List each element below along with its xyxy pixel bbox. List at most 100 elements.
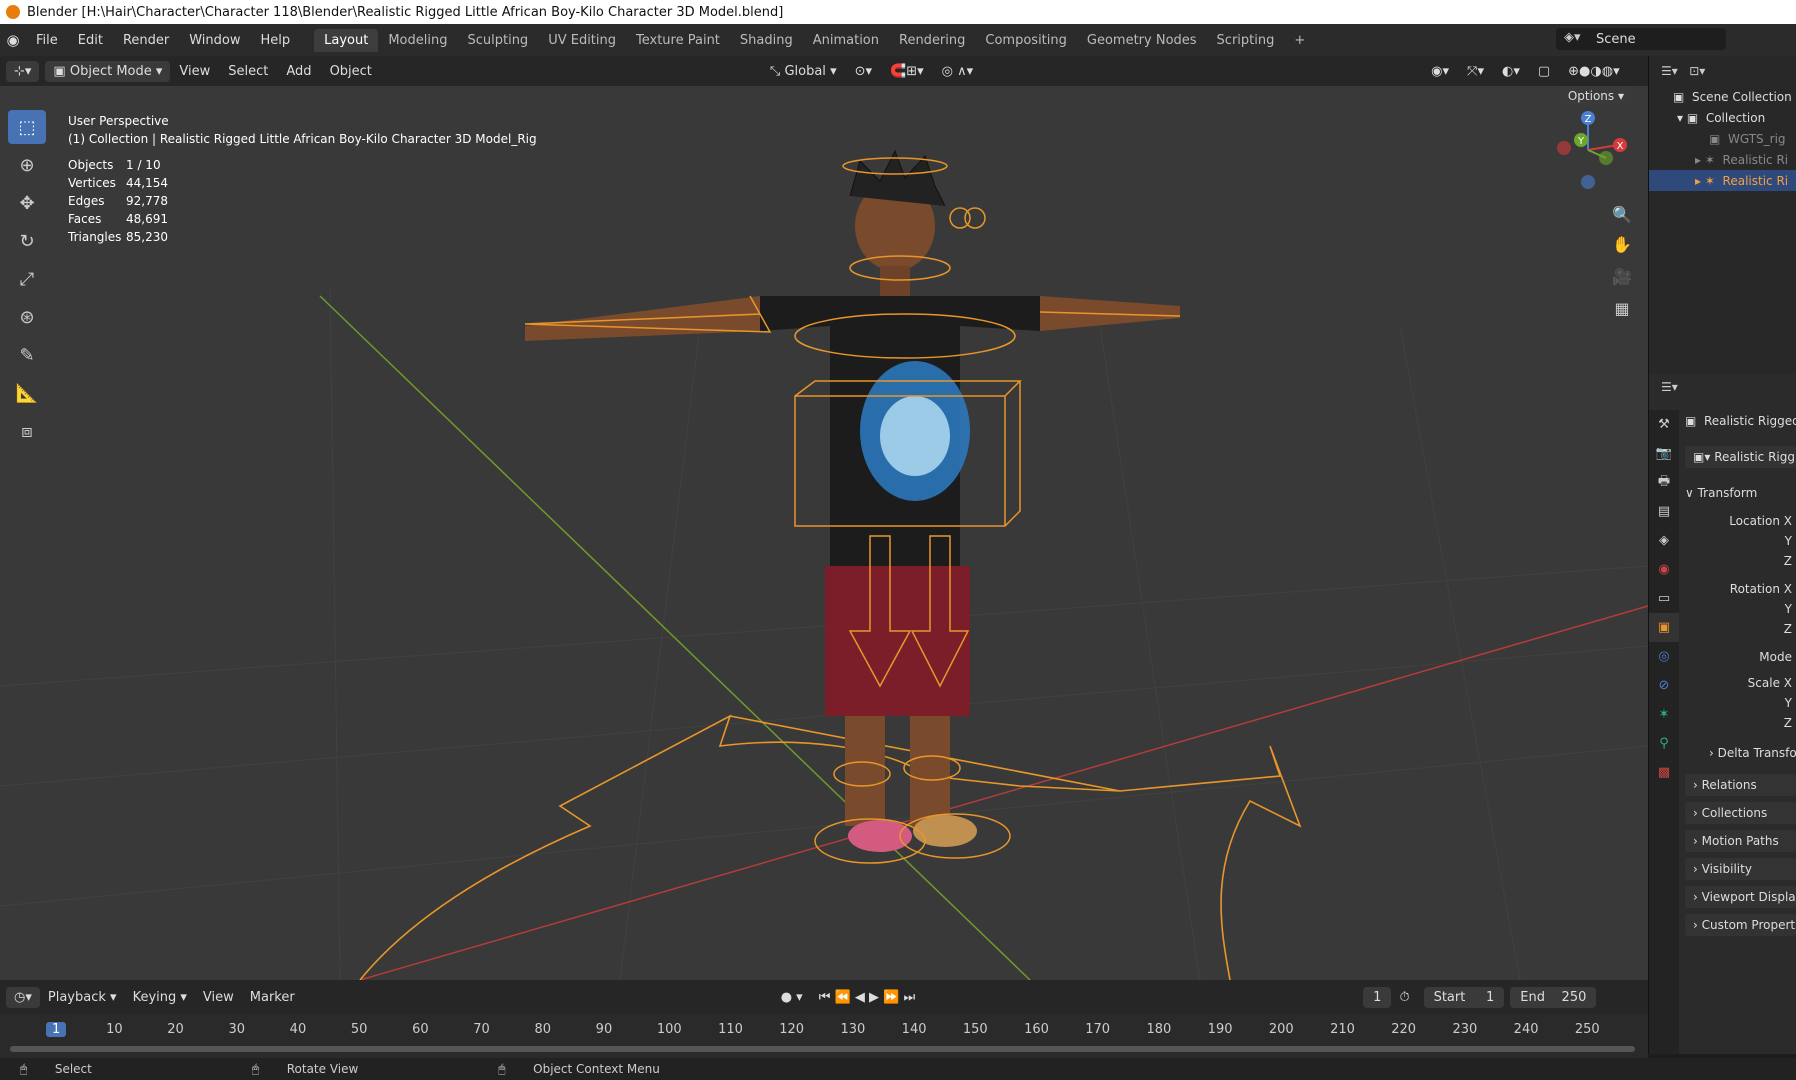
gizmo-toggle-icon[interactable]: ⤧▾ — [1458, 64, 1493, 79]
rotate-tool-icon[interactable]: ↻ — [8, 224, 46, 258]
end-frame-field[interactable]: End 250 — [1510, 986, 1597, 1008]
tab-compositing[interactable]: Compositing — [975, 29, 1077, 52]
collection-tab-icon[interactable]: ▭ — [1649, 584, 1679, 613]
move-tool-icon[interactable]: ✥ — [8, 186, 46, 220]
physics-tab-icon[interactable]: ✶ — [1649, 700, 1679, 729]
add-cube-tool-icon[interactable]: ⧈ — [8, 414, 46, 448]
timeline-scrollbar[interactable] — [10, 1046, 1635, 1052]
add-workspace-icon[interactable]: + — [1284, 29, 1315, 52]
tab-animation[interactable]: Animation — [803, 29, 889, 52]
visibility-icon[interactable]: ◉▾ — [1422, 64, 1458, 79]
view-menu[interactable]: View — [195, 990, 242, 1005]
snap-icon[interactable]: 🧲⊞▾ — [881, 64, 933, 79]
playback-menu[interactable]: Playback ▾ — [40, 990, 125, 1005]
stopwatch-icon[interactable]: ⏱ — [1391, 990, 1417, 1005]
menu-edit[interactable]: Edit — [68, 29, 113, 52]
tool-tab-icon[interactable]: ⚒ — [1649, 410, 1679, 439]
orientation-dropdown[interactable]: ⤡ Global ▾ — [761, 64, 846, 79]
ortho-grid-icon[interactable]: ▦ — [1608, 294, 1636, 322]
outliner-item-realistic-2[interactable]: ▸ ✶ Realistic Ri — [1649, 170, 1796, 191]
tab-scripting[interactable]: Scripting — [1207, 29, 1285, 52]
custom-properties-section[interactable]: › Custom Properti — [1685, 914, 1796, 936]
output-tab-icon[interactable]: 🖶 — [1649, 468, 1679, 497]
render-tab-icon[interactable]: 📷 — [1649, 439, 1679, 468]
outliner-collection[interactable]: ▾ ▣ Collection — [1649, 107, 1796, 128]
tab-layout[interactable]: Layout — [314, 28, 379, 52]
transform-section[interactable]: ∨ Transform — [1685, 486, 1796, 500]
scene-tab-icon[interactable]: ◈ — [1649, 526, 1679, 555]
visibility-section[interactable]: › Visibility — [1685, 858, 1796, 880]
properties-header[interactable]: ☰▾ — [1649, 374, 1796, 404]
view-layer-tab-icon[interactable]: ▤ — [1649, 497, 1679, 526]
blender-menu-icon[interactable]: ◉ — [0, 31, 26, 49]
object-mode-dropdown[interactable]: ▣ Object Mode ▾ — [45, 60, 171, 82]
cursor-tool-icon[interactable]: ⊕ — [8, 148, 46, 182]
tab-rendering[interactable]: Rendering — [889, 29, 975, 52]
stat-key: Vertices — [68, 176, 116, 190]
object-name-field[interactable]: ▣ Realistic Rigged — [1685, 414, 1796, 428]
menu-help[interactable]: Help — [251, 29, 301, 52]
object-tab-icon[interactable]: ▣ — [1649, 613, 1679, 642]
tab-sculpting[interactable]: Sculpting — [457, 29, 538, 52]
scene-icon: ◈▾ — [1564, 30, 1581, 45]
timeline-tick: 160 — [1024, 1022, 1049, 1037]
outliner-item-realistic-1[interactable]: ▸ ✶ Realistic Ri — [1649, 149, 1796, 170]
menu-select[interactable]: Select — [219, 64, 277, 79]
options-dropdown[interactable]: Options ▾ — [1557, 86, 1634, 106]
navigation-gizmo[interactable]: Z Y X — [1548, 110, 1628, 190]
object-name: Realistic Rigged — [1703, 414, 1796, 428]
3d-viewport[interactable]: ⬚ ⊕ ✥ ↻ ⤢ ⊛ ✎ 📐 ⧈ User Perspective (1) C… — [0, 86, 1648, 980]
measure-tool-icon[interactable]: 📐 — [8, 376, 46, 410]
menu-add[interactable]: Add — [277, 64, 320, 79]
scene-selector[interactable]: ◈▾ Scene — [1556, 28, 1726, 50]
pan-hand-icon[interactable]: ✋ — [1608, 230, 1636, 258]
xray-icon[interactable]: ▢ — [1529, 64, 1559, 79]
menu-view[interactable]: View — [170, 64, 219, 79]
select-box-tool-icon[interactable]: ⬚ — [8, 110, 46, 144]
marker-menu[interactable]: Marker — [242, 990, 303, 1005]
world-tab-icon[interactable]: ◉ — [1649, 555, 1679, 584]
overlay-toggle-icon[interactable]: ◐▾ — [1493, 64, 1529, 79]
modifier-tab-icon[interactable]: ◎ — [1649, 642, 1679, 671]
menu-render[interactable]: Render — [113, 29, 179, 52]
zoom-icon[interactable]: 🔍 — [1608, 200, 1636, 228]
data-name-field[interactable]: ▣▾ Realistic Rigg — [1685, 446, 1796, 468]
outliner-item-wgts[interactable]: ▣ WGTS_rig — [1649, 128, 1796, 149]
tab-geometry-nodes[interactable]: Geometry Nodes — [1077, 29, 1207, 52]
outliner-header: ☰▾ ⊡▾ — [1649, 56, 1796, 86]
relations-section[interactable]: › Relations — [1685, 774, 1796, 796]
scale-tool-icon[interactable]: ⤢ — [8, 262, 46, 296]
annotate-tool-icon[interactable]: ✎ — [8, 338, 46, 372]
menu-window[interactable]: Window — [179, 29, 250, 52]
tab-texture-paint[interactable]: Texture Paint — [626, 29, 730, 52]
timeline-tick: 10 — [106, 1022, 123, 1037]
timeline-ruler[interactable]: 1 10 20 30 40 50 60 70 80 90 100 110 120 130 140 150 160… — [0, 1014, 1648, 1058]
armature-data-tab-icon[interactable]: ⚲ — [1649, 729, 1679, 758]
outliner-scene-collection[interactable]: ▣ Scene Collection — [1649, 86, 1796, 107]
camera-view-icon[interactable]: 🎥 — [1608, 262, 1636, 290]
texture-tab-icon[interactable]: ▩ — [1649, 758, 1679, 787]
auto-keying-icon[interactable]: ● ▾ — [773, 990, 811, 1005]
constraint-tab-icon[interactable]: ⊘ — [1649, 671, 1679, 700]
shading-modes-icon[interactable]: ⊕●◑◍▾ — [1559, 64, 1628, 79]
motion-paths-section[interactable]: › Motion Paths — [1685, 830, 1796, 852]
proportional-edit-icon[interactable]: ◎ ∧▾ — [933, 64, 983, 79]
menu-object[interactable]: Object — [321, 64, 381, 79]
delta-transform-section[interactable]: › Delta Transfor — [1685, 746, 1796, 760]
tab-shading[interactable]: Shading — [730, 29, 803, 52]
tab-uv-editing[interactable]: UV Editing — [538, 29, 626, 52]
playback-controls[interactable]: ⏮ ⏪ ◀ ▶ ⏩ ⏭ — [811, 990, 923, 1005]
pivot-icon[interactable]: ⊙▾ — [846, 64, 881, 79]
stat-objects: Objects 1 / 10 — [68, 156, 537, 174]
transform-tool-icon[interactable]: ⊛ — [8, 300, 46, 334]
viewport-display-section[interactable]: › Viewport Display — [1685, 886, 1796, 908]
current-frame-field[interactable]: 1 — [1363, 986, 1392, 1008]
tab-modeling[interactable]: Modeling — [378, 29, 457, 52]
menu-file[interactable]: File — [26, 29, 68, 52]
keying-menu[interactable]: Keying ▾ — [125, 990, 195, 1005]
start-frame-field[interactable]: Start 1 — [1423, 986, 1505, 1008]
outliner-filter-icon[interactable]: ☰▾ ⊡▾ — [1661, 64, 1705, 78]
collections-section[interactable]: › Collections — [1685, 802, 1796, 824]
timeline-editor-icon[interactable]: ◷▾ — [6, 986, 40, 1008]
editor-type-icon[interactable]: ⊹▾ — [6, 60, 40, 82]
